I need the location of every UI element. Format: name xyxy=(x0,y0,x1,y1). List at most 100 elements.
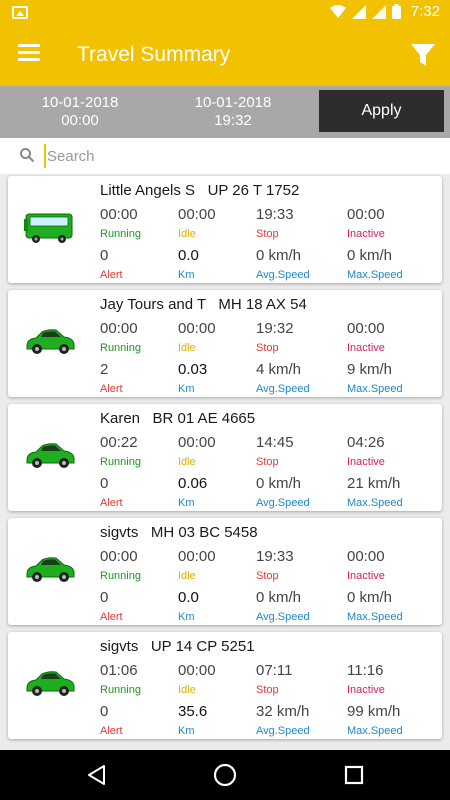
km-label: Km xyxy=(178,497,195,509)
running-value: 00:00 xyxy=(100,206,138,223)
vehicle-card[interactable]: Jay Tours and T MH 18 AX 54 00:00 Running 0… xyxy=(8,290,442,397)
idle-value: 00:00 xyxy=(178,320,216,337)
max-speed-label: Max.Speed xyxy=(347,725,403,737)
date-range-bar: 10-01-2018 00:00 10-01-2018 19:32 Apply xyxy=(0,86,450,138)
inactive-value: 00:00 xyxy=(347,206,385,223)
status-bar: 7:32 xyxy=(0,0,450,26)
inactive-value: 00:00 xyxy=(347,548,385,565)
wifi-icon xyxy=(329,4,346,18)
stat-max-speed: 9 km/h Max.Speed xyxy=(347,361,437,396)
stat-running: 00:22 Running xyxy=(100,434,190,469)
avg-speed-label: Avg.Speed xyxy=(256,725,310,737)
km-label: Km xyxy=(178,725,195,737)
recents-icon[interactable] xyxy=(342,763,366,787)
alert-label: Alert xyxy=(100,269,123,281)
stat-idle: 00:00 Idle xyxy=(178,662,268,697)
search-bar xyxy=(0,138,450,174)
idle-value: 00:00 xyxy=(178,206,216,223)
inactive-label: Inactive xyxy=(347,342,385,354)
stat-stop: 19:32 Stop xyxy=(256,320,346,355)
vehicle-card[interactable]: sigvts MH 03 BC 5458 00:00 Running 00:00 Idl… xyxy=(8,518,442,625)
from-time: 00:00 xyxy=(61,112,99,129)
inactive-label: Inactive xyxy=(347,684,385,696)
avg-speed-value: 0 km/h xyxy=(256,475,302,492)
stat-idle: 00:00 Idle xyxy=(178,548,268,583)
vehicle-card[interactable]: sigvts UP 14 CP 5251 01:06 Running 00:00 Idl… xyxy=(8,632,442,739)
filter-icon[interactable] xyxy=(410,42,436,68)
running-value: 00:00 xyxy=(100,320,138,337)
alert-value: 0 xyxy=(100,247,109,264)
stat-running: 01:06 Running xyxy=(100,662,190,697)
running-value: 00:00 xyxy=(100,548,138,565)
idle-value: 00:00 xyxy=(178,662,216,679)
from-datetime[interactable]: 10-01-2018 00:00 xyxy=(20,94,140,130)
alert-label: Alert xyxy=(100,383,123,395)
apply-button[interactable]: Apply xyxy=(319,90,444,132)
avg-speed-label: Avg.Speed xyxy=(256,497,310,509)
to-datetime[interactable]: 10-01-2018 19:32 xyxy=(173,94,293,130)
stat-max-speed: 21 km/h Max.Speed xyxy=(347,475,437,510)
km-value: 0.03 xyxy=(178,361,208,378)
avg-speed-label: Avg.Speed xyxy=(256,269,310,281)
inactive-value: 00:00 xyxy=(347,320,385,337)
stat-alert: 0 Alert xyxy=(100,589,190,624)
stat-max-speed: 0 km/h Max.Speed xyxy=(347,247,437,282)
km-label: Km xyxy=(178,611,195,623)
status-time: 7:32 xyxy=(410,3,440,20)
menu-icon-line xyxy=(18,58,40,61)
idle-label: Idle xyxy=(178,228,196,240)
vehicle-name: Karen BR 01 AE 4665 xyxy=(100,410,256,427)
km-label: Km xyxy=(178,269,195,281)
stat-max-speed: 0 km/h Max.Speed xyxy=(347,589,437,624)
km-label: Km xyxy=(178,383,195,395)
vehicle-card[interactable]: Karen BR 01 AE 4665 00:22 Running 00:00 Idle… xyxy=(8,404,442,511)
status-icons: 7:32 xyxy=(329,3,440,20)
car-icon xyxy=(24,550,76,590)
alert-label: Alert xyxy=(100,497,123,509)
stat-inactive: 00:00 Inactive xyxy=(347,206,437,241)
battery-icon xyxy=(391,4,401,19)
system-nav-bar xyxy=(0,750,450,800)
stop-value: 19:32 xyxy=(256,320,294,337)
vehicle-name: sigvts MH 03 BC 5458 xyxy=(100,524,258,541)
vehicle-name: Jay Tours and T MH 18 AX 54 xyxy=(100,296,307,313)
stop-label: Stop xyxy=(256,456,279,468)
stop-value: 14:45 xyxy=(256,434,294,451)
search-input[interactable] xyxy=(44,144,424,168)
max-speed-label: Max.Speed xyxy=(347,383,403,395)
stat-km: 35.6 Km xyxy=(178,703,268,738)
home-icon[interactable] xyxy=(213,763,237,787)
max-speed-label: Max.Speed xyxy=(347,497,403,509)
stat-alert: 0 Alert xyxy=(100,247,190,282)
stat-idle: 00:00 Idle xyxy=(178,320,268,355)
max-speed-value: 21 km/h xyxy=(347,475,401,492)
avg-speed-label: Avg.Speed xyxy=(256,611,310,623)
vehicle-name: sigvts UP 14 CP 5251 xyxy=(100,638,255,655)
stat-avg-speed: 0 km/h Avg.Speed xyxy=(256,589,346,624)
running-label: Running xyxy=(100,684,141,696)
alert-value: 0 xyxy=(100,589,109,606)
stat-km: 0.0 Km xyxy=(178,589,268,624)
back-icon[interactable] xyxy=(85,763,109,787)
inactive-value: 04:26 xyxy=(347,434,385,451)
avg-speed-value: 4 km/h xyxy=(256,361,302,378)
vehicle-card[interactable]: Little Angels S UP 26 T 1752 00:00 Running… xyxy=(8,176,442,283)
idle-label: Idle xyxy=(178,342,196,354)
alert-label: Alert xyxy=(100,611,123,623)
alert-label: Alert xyxy=(100,725,123,737)
stat-stop: 14:45 Stop xyxy=(256,434,346,469)
stat-km: 0.0 Km xyxy=(178,247,268,282)
max-speed-value: 0 km/h xyxy=(347,247,393,264)
stat-idle: 00:00 Idle xyxy=(178,434,268,469)
km-value: 0.0 xyxy=(178,247,199,264)
stat-inactive: 04:26 Inactive xyxy=(347,434,437,469)
to-time: 19:32 xyxy=(214,112,252,129)
stat-inactive: 11:16 Inactive xyxy=(347,662,437,697)
stat-avg-speed: 0 km/h Avg.Speed xyxy=(256,475,346,510)
signal-icon xyxy=(351,4,366,19)
stat-idle: 00:00 Idle xyxy=(178,206,268,241)
inactive-label: Inactive xyxy=(347,228,385,240)
menu-button[interactable] xyxy=(18,44,40,62)
inactive-value: 11:16 xyxy=(347,662,384,679)
stop-value: 07:11 xyxy=(256,662,293,679)
